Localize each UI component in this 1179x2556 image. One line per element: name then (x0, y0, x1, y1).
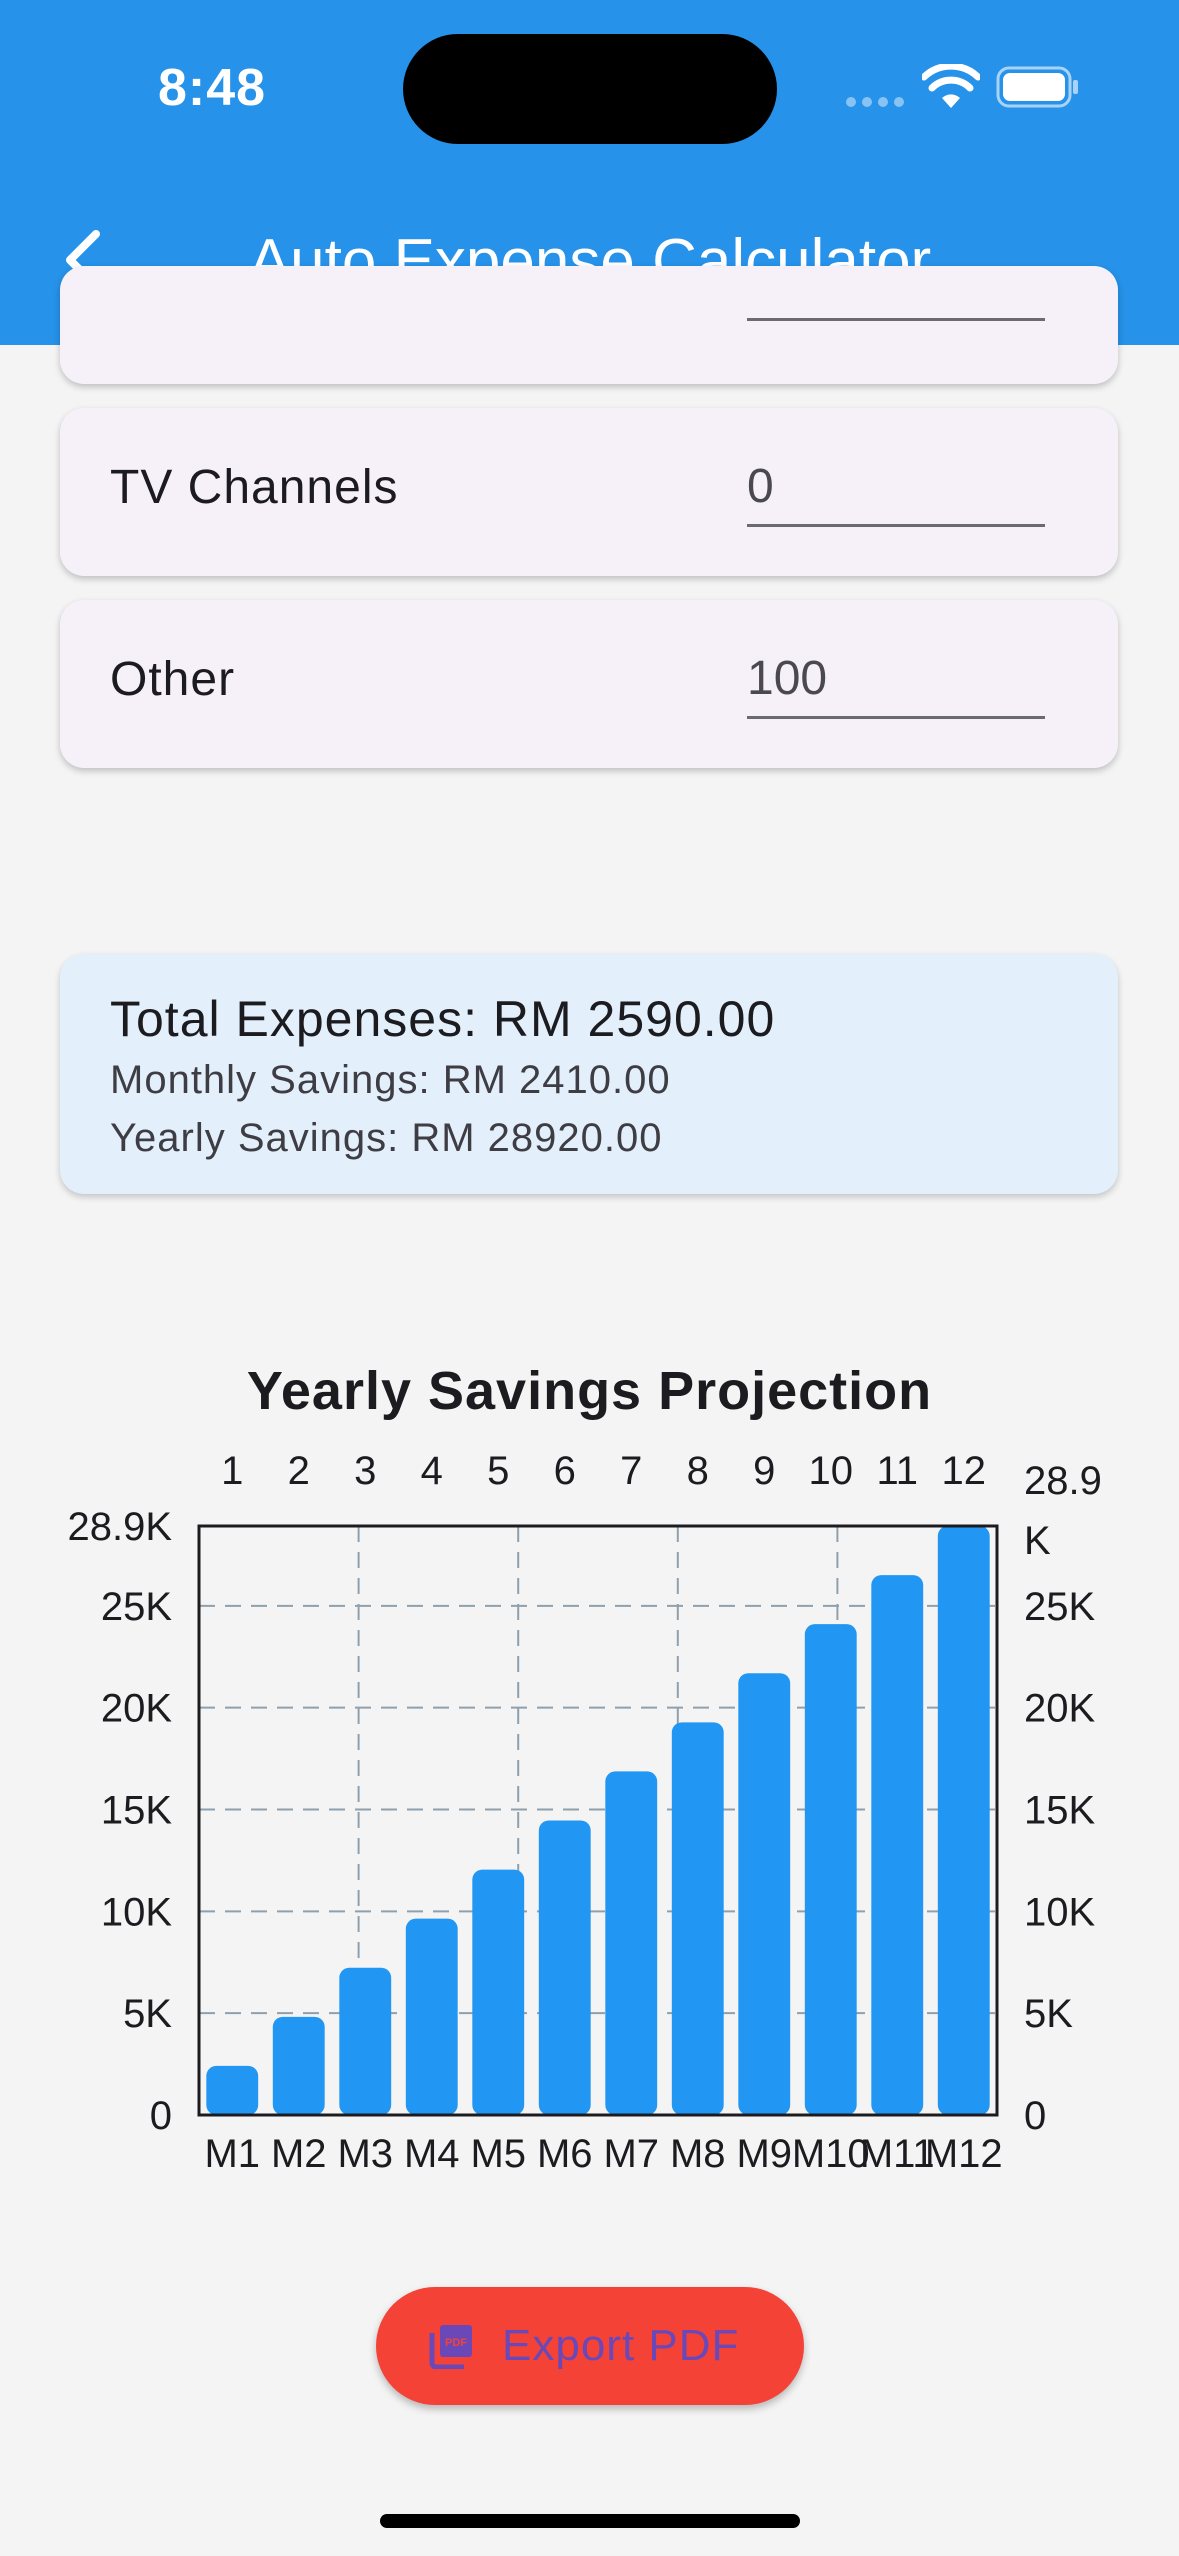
expense-label-tv-channels: TV Channels (110, 461, 399, 514)
bar (605, 1771, 658, 2115)
svg-text:PDF: PDF (445, 2337, 467, 2349)
bar (339, 1967, 392, 2115)
x-tick-label: M2 (271, 2132, 327, 2176)
bar (206, 2065, 259, 2115)
wifi-icon (922, 64, 980, 108)
top-tick-label: 10 (809, 1449, 854, 1493)
tv-channels-input[interactable] (747, 448, 1045, 527)
expense-input[interactable] (747, 242, 1045, 321)
monthly-savings: Monthly Savings: RM 2410.00 (110, 1058, 671, 1102)
top-tick-label: 7 (620, 1449, 642, 1493)
x-tick-label: M12 (925, 2132, 1003, 2176)
chart-title: Yearly Savings Projection (246, 1361, 933, 1421)
total-expenses: Total Expenses: RM 2590.00 (110, 991, 776, 1047)
top-tick-label: 2 (288, 1449, 310, 1493)
bar (937, 1526, 990, 2115)
x-tick-label: M4 (404, 2132, 460, 2176)
y-tick-label: 10K (101, 1890, 172, 1934)
top-tick-label: 9 (753, 1449, 775, 1493)
dynamic-island (403, 34, 777, 144)
expense-card-tv-channels: TV Channels (60, 408, 1118, 576)
x-tick-label: M5 (470, 2132, 526, 2176)
top-tick-label: 4 (421, 1449, 443, 1493)
summary-card: Total Expenses: RM 2590.00 Monthly Savin… (60, 954, 1118, 1194)
right-y-max-label-unit: K (1024, 1519, 1051, 1563)
export-pdf-label: Export PDF (502, 2321, 740, 2370)
bar (871, 1575, 924, 2115)
right-y-tick-label: 20K (1024, 1687, 1095, 1731)
expense-label-other: Other (110, 653, 236, 706)
x-tick-label: M11 (860, 2132, 935, 2176)
y-tick-label: 5K (123, 1992, 172, 2036)
y-tick-label: 28.9K (67, 1505, 172, 1549)
y-tick-label: 20K (101, 1687, 172, 1731)
bar (671, 1722, 724, 2115)
top-tick-label: 5 (487, 1449, 509, 1493)
top-tick-label: 3 (354, 1449, 376, 1493)
x-tick-label: M9 (736, 2132, 792, 2176)
bar (804, 1624, 857, 2115)
x-tick-label: M6 (537, 2132, 593, 2176)
x-tick-label: M10 (792, 2132, 870, 2176)
x-tick-label: M8 (670, 2132, 726, 2176)
right-y-tick-label: 10K (1024, 1890, 1095, 1934)
y-tick-label: 0 (150, 2094, 172, 2138)
right-y-tick-label: 0 (1024, 2094, 1046, 2138)
x-tick-label: M1 (204, 2132, 260, 2176)
bar (272, 2016, 325, 2115)
bar (472, 1869, 525, 2115)
battery-icon (996, 66, 1078, 108)
status-time: 8:48 (158, 59, 267, 117)
right-y-tick-label: 5K (1024, 1992, 1073, 2036)
savings-bar-chart: M1 M2 M3 M4 M5 M6 M7 M8 M9 M10M11M121 2 3 4 5 6 7 8 9 10 11… (67, 1449, 1102, 2176)
bar (738, 1673, 791, 2115)
right-y-tick-label: 25K (1024, 1585, 1095, 1629)
top-tick-label: 1 (221, 1449, 243, 1493)
top-tick-label: 12 (942, 1449, 987, 1493)
export-pdf-button[interactable]: PDF Export PDF (376, 2287, 804, 2405)
y-tick-label: 25K (101, 1585, 172, 1629)
other-input[interactable] (747, 640, 1045, 719)
picture-as-pdf-icon: PDF (429, 2325, 472, 2369)
expense-card-other: Other (60, 600, 1118, 768)
bar (538, 1820, 591, 2115)
top-tick-label: 8 (687, 1449, 709, 1493)
y-tick-label: 15K (101, 1789, 172, 1833)
cellular-signal-icon (846, 97, 904, 107)
top-tick-label: 11 (876, 1449, 918, 1493)
right-y-tick-label: 15K (1024, 1789, 1095, 1833)
x-tick-label: M7 (603, 2132, 659, 2176)
top-tick-label: 6 (554, 1449, 576, 1493)
right-y-max-label: 28.9 (1024, 1459, 1102, 1503)
expense-card (60, 242, 1118, 384)
bar (405, 1918, 458, 2115)
x-tick-label: M3 (337, 2132, 393, 2176)
yearly-savings: Yearly Savings: RM 28920.00 (110, 1116, 663, 1160)
home-indicator (380, 2514, 800, 2528)
